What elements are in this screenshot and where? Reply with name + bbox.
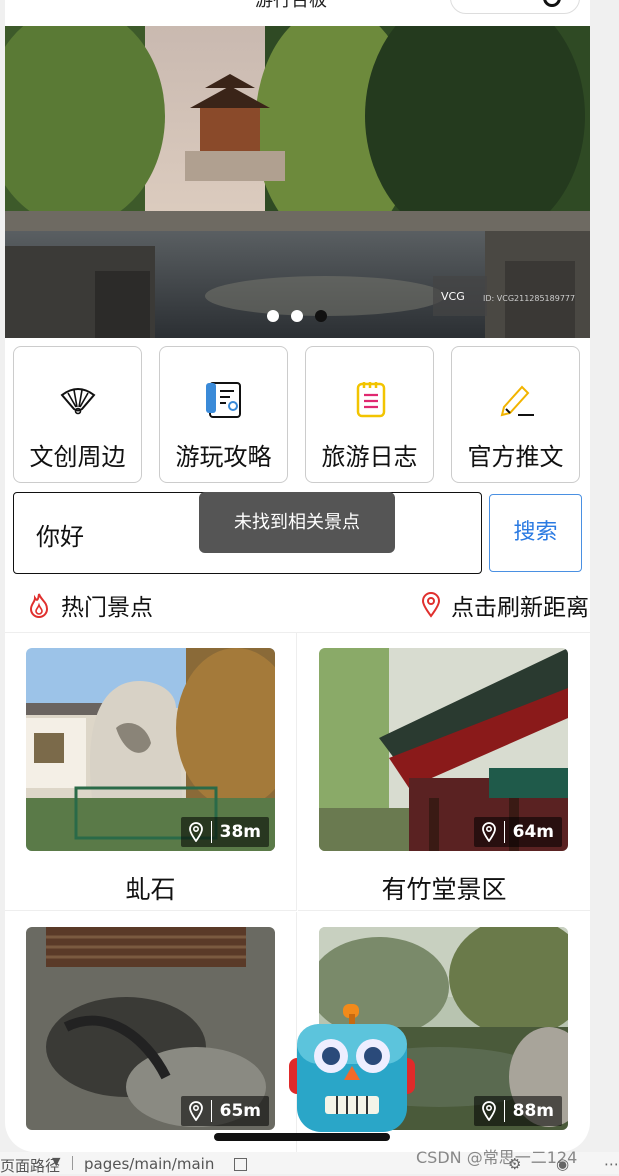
distance-value: 88m: [512, 1101, 554, 1121]
watermark: CSDN @常思一二124: [416, 1148, 578, 1167]
carousel-dot-active[interactable]: [315, 310, 327, 322]
spots-section-header: 热门景点 点击刷新距离: [5, 580, 590, 633]
close-icon[interactable]: [543, 0, 561, 7]
map-guide-icon: [160, 379, 287, 419]
carousel-dot[interactable]: [267, 310, 279, 322]
location-pin-icon: [481, 822, 496, 842]
hot-spots-title: 热门景点: [27, 588, 153, 622]
distance-badge: 65m: [180, 1096, 269, 1126]
divider: [72, 1156, 73, 1170]
quicknav-travel-guide[interactable]: 游玩攻略: [159, 346, 288, 483]
carousel-dot[interactable]: [291, 310, 303, 322]
hot-spots-label: 热门景点: [61, 595, 153, 621]
pencil-edit-icon: [452, 379, 579, 419]
eye-icon[interactable]: ◉: [556, 1155, 569, 1173]
chevron-down-icon[interactable]: ▼: [52, 1155, 60, 1168]
divider: [503, 1100, 505, 1122]
quicknav-label: 文创周边: [29, 443, 126, 471]
carousel-indicator: [267, 310, 327, 322]
distance-value: 64m: [512, 822, 554, 842]
menu-capsule-button[interactable]: [450, 0, 580, 14]
notepad-icon: [306, 379, 433, 419]
distance-badge: 64m: [473, 817, 562, 847]
devtools-footer: 页面路径 ▼ pages/main/main CSDN @常思一二124 ⚙ ◉…: [0, 1148, 619, 1175]
divider: [210, 821, 212, 843]
quicknav-travel-log[interactable]: 旅游日志: [305, 346, 434, 483]
spot-card[interactable]: 64m 有竹堂景区: [298, 632, 590, 911]
quicknav-official-posts[interactable]: 官方推文: [451, 346, 580, 483]
page-path: pages/main/main: [84, 1155, 215, 1173]
robot-assistant-button[interactable]: [289, 1000, 415, 1136]
refresh-distance-label: 点击刷新距离: [451, 595, 589, 621]
quick-nav: 文创周边 游玩攻略 旅游日志 官方推文: [13, 346, 583, 484]
search-button[interactable]: 搜索: [489, 494, 582, 572]
spot-photo: 65m: [26, 927, 275, 1130]
refresh-distance-button[interactable]: 点击刷新距离: [421, 588, 589, 622]
quicknav-cultural-goods[interactable]: 文创周边: [13, 346, 142, 483]
copy-icon[interactable]: [234, 1158, 247, 1171]
quicknav-label: 旅游日志: [321, 443, 418, 471]
nav-bar: 游行台板: [5, 0, 590, 26]
quicknav-label: 游玩攻略: [175, 443, 272, 471]
distance-badge: 88m: [473, 1096, 562, 1126]
settings-icon[interactable]: ⚙: [508, 1155, 521, 1173]
divider: [210, 1100, 212, 1122]
divider: [503, 821, 505, 843]
location-pin-icon: [188, 822, 203, 842]
banner-carousel[interactable]: VCG ID: VCG211285189777: [5, 26, 590, 338]
spot-photo: 64m: [319, 648, 568, 851]
phone-screen: 游行台板 VCG ID: VCG211285189777 文创周边 游玩攻略 旅…: [5, 0, 590, 1152]
spot-card[interactable]: 38m 虬石: [5, 632, 297, 911]
page-path-label: 页面路径: [0, 1157, 61, 1175]
distance-value: 65m: [219, 1101, 261, 1121]
home-indicator: [214, 1133, 390, 1141]
spot-photo: 38m: [26, 648, 275, 851]
svg-text:VCG: VCG: [441, 290, 465, 303]
flame-icon: [29, 593, 49, 618]
svg-text:ID: VCG211285189777: ID: VCG211285189777: [483, 294, 575, 303]
distance-value: 38m: [219, 822, 261, 842]
banner-image: VCG ID: VCG211285189777: [5, 26, 590, 338]
quicknav-label: 官方推文: [467, 443, 564, 471]
more-icon[interactable]: ⋯: [604, 1155, 619, 1173]
location-pin-icon: [481, 1101, 496, 1121]
distance-badge: 38m: [180, 817, 269, 847]
fan-icon: [14, 379, 141, 419]
location-pin-icon: [421, 592, 441, 618]
spot-name: 虬石: [125, 875, 176, 904]
toast-message: 未找到相关景点: [199, 492, 395, 553]
spot-name: 有竹堂景区: [381, 875, 507, 904]
robot-icon: [289, 1004, 415, 1132]
spot-card[interactable]: 65m: [5, 912, 297, 1152]
page-title: 游行台板: [255, 0, 327, 11]
location-pin-icon: [188, 1101, 203, 1121]
